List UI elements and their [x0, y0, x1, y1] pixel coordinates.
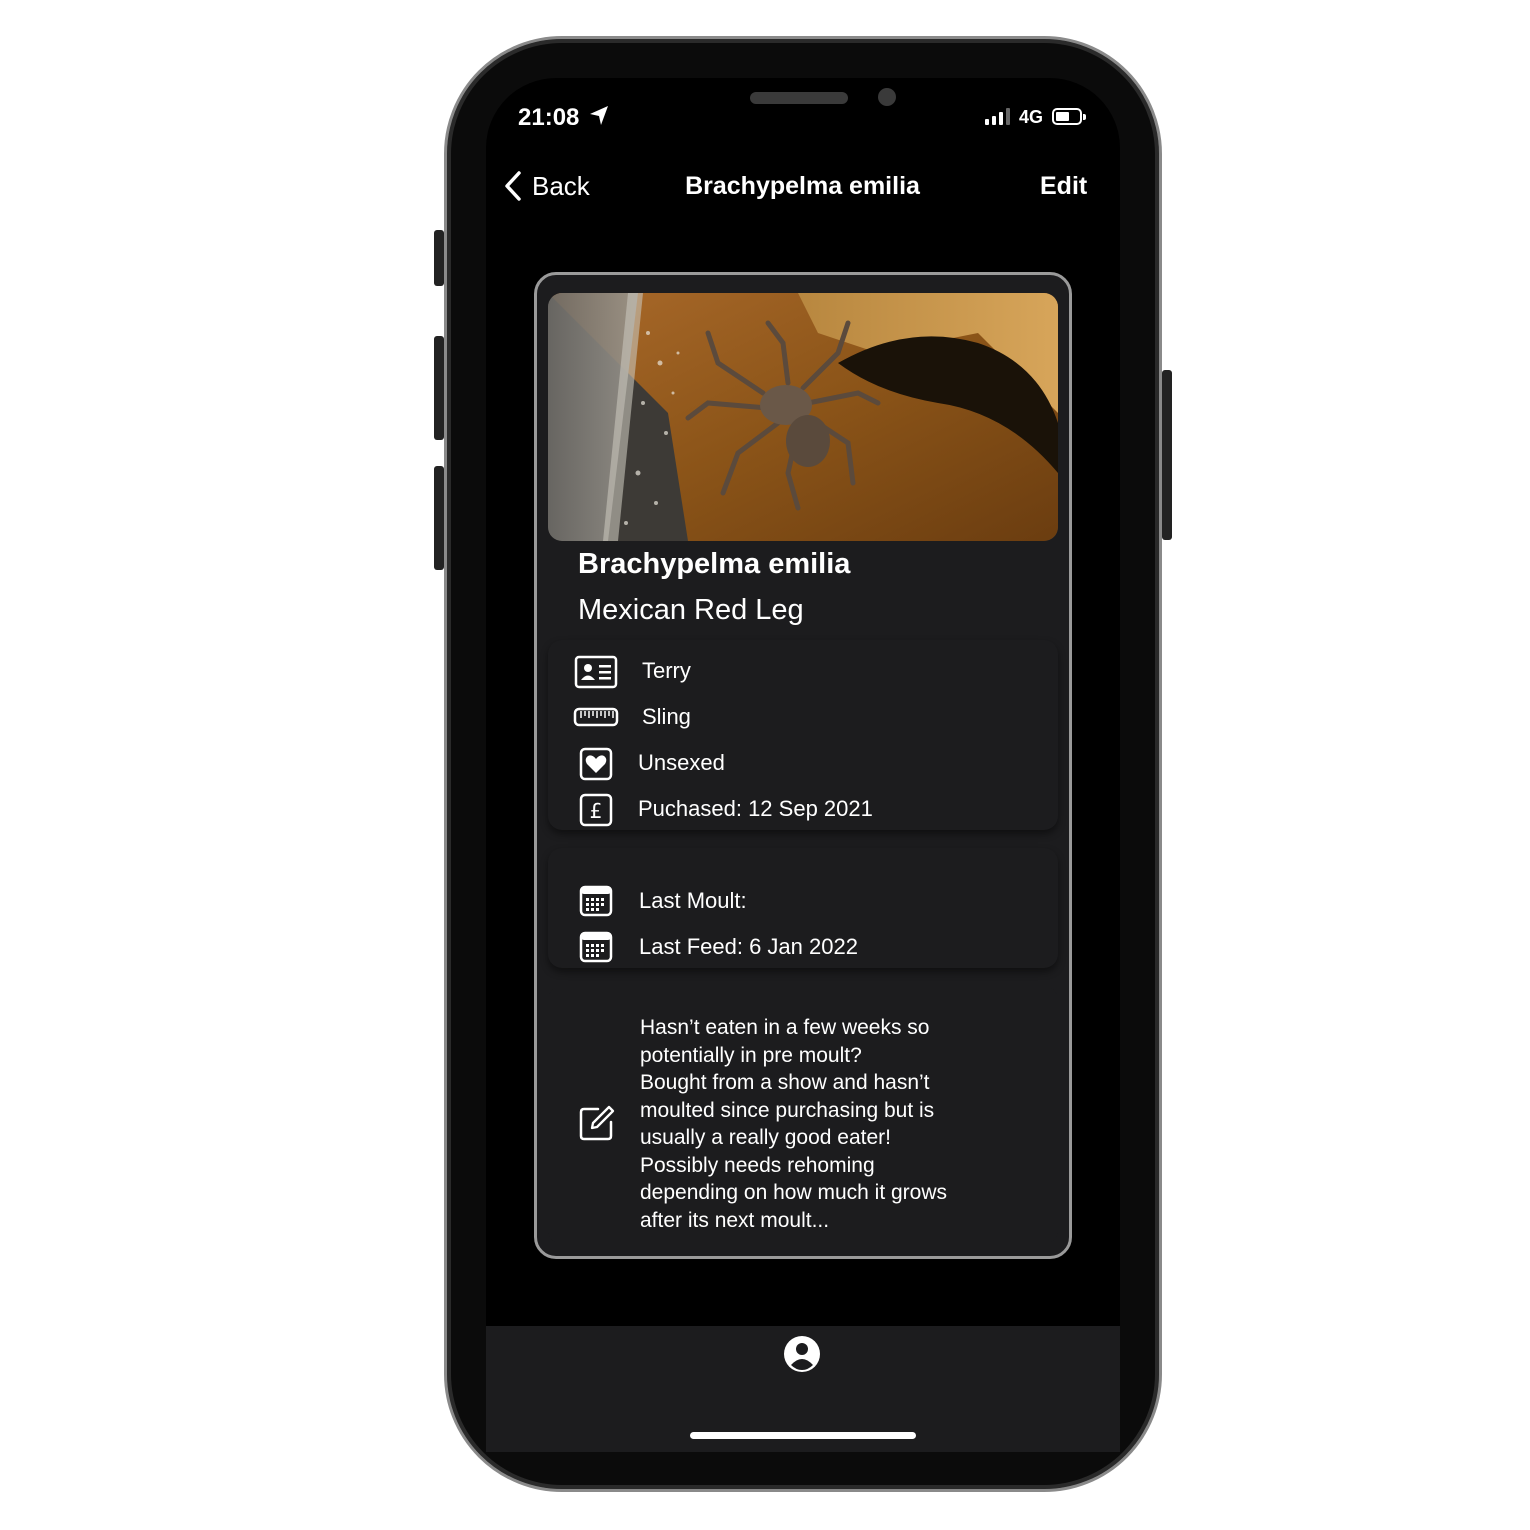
silent-switch [434, 230, 444, 286]
profile-icon[interactable] [782, 1334, 822, 1379]
svg-text:£: £ [590, 799, 603, 823]
edit-button[interactable]: Edit [1040, 172, 1087, 201]
heart-icon [579, 747, 613, 786]
chevron-left-icon [505, 171, 521, 201]
page-title: Brachypelma emilia [685, 172, 920, 200]
detail-sex: Unsexed [638, 750, 725, 775]
calendar-icon [579, 930, 613, 969]
network-type: 4G [1019, 107, 1044, 127]
battery-icon [1052, 108, 1086, 125]
speaker [750, 92, 848, 104]
volume-down-button [434, 466, 444, 570]
species-name: Brachypelma emilia [578, 548, 851, 580]
volume-up-button [434, 336, 444, 440]
ruler-icon [573, 706, 619, 733]
pound-icon: £ [579, 793, 613, 832]
detail-size: Sling [642, 704, 691, 729]
last-moult: Last Moult: [639, 888, 747, 913]
signal-icon [985, 108, 1010, 125]
back-button[interactable]: Back [504, 170, 590, 202]
id-card-icon [574, 655, 618, 694]
front-camera [878, 88, 896, 106]
common-name: Mexican Red Leg [578, 594, 804, 626]
detail-purchased: Puchased: 12 Sep 2021 [638, 796, 873, 821]
notch [624, 78, 984, 130]
tarantula-photo [548, 293, 1058, 541]
detail-name: Terry [642, 658, 691, 683]
home-indicator[interactable] [690, 1432, 916, 1439]
status-time: 21:08 [518, 104, 580, 131]
notes-text: Hasn’t eaten in a few weeks so potential… [640, 1016, 948, 1232]
back-label: Back [532, 170, 590, 201]
calendar-icon [579, 884, 613, 923]
last-feed: Last Feed: 6 Jan 2022 [639, 934, 858, 959]
power-button [1162, 370, 1172, 540]
edit-icon [578, 1104, 616, 1147]
location-arrow-icon [588, 104, 610, 133]
